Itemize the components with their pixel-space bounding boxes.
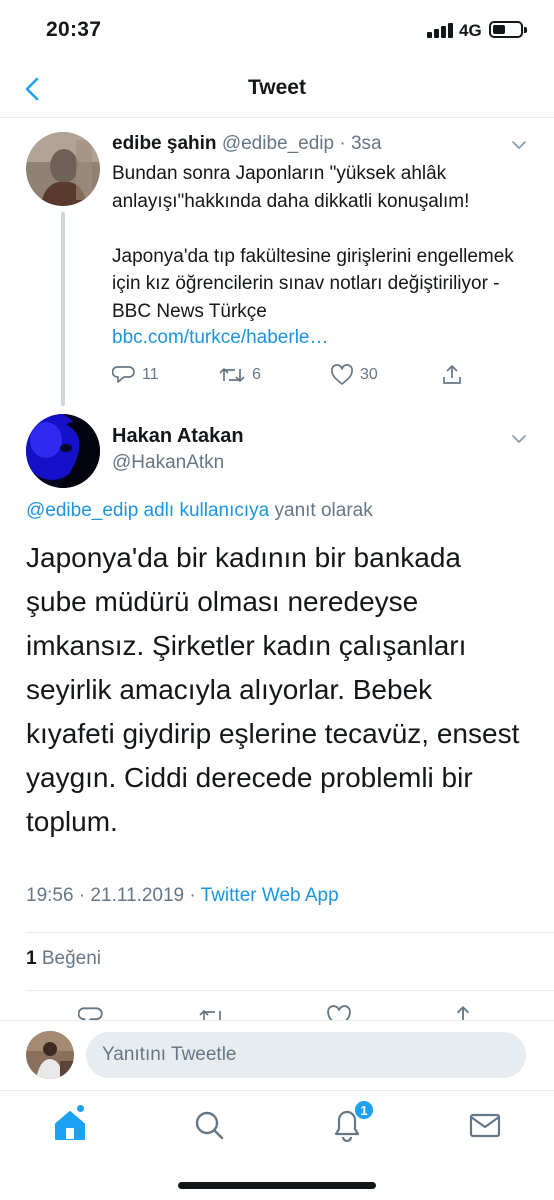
tweet-meta: 19:56 · 21.11.2019 · Twitter Web App (26, 885, 339, 907)
tweet-timestamp: 19:56 · 21.11.2019 · (26, 885, 201, 906)
notifications-badge: 1 (354, 1100, 374, 1120)
home-new-dot (76, 1104, 85, 1113)
article-link[interactable]: bbc.com/turkce/haberle… (112, 327, 329, 349)
reply-count: 11 (142, 366, 159, 383)
signal-icon (427, 22, 455, 38)
reply-icon (112, 366, 135, 383)
status-bar: 20:37 4G (0, 0, 554, 60)
author-handle[interactable]: @edibe_edip (222, 133, 334, 154)
parent-tweet-header: edibe şahin @edibe_edip · 3sa (112, 133, 382, 155)
likes-label: Beğeni (36, 948, 102, 969)
heart-icon[interactable] (326, 1004, 352, 1020)
search-icon[interactable] (189, 1105, 229, 1145)
heart-icon (331, 364, 353, 385)
thread-line (61, 212, 65, 406)
divider (26, 932, 554, 933)
likes-summary[interactable]: 1 Beğeni (26, 948, 101, 970)
battery-icon (489, 21, 527, 38)
nav-bar: Tweet (0, 60, 554, 118)
reply-composer (0, 1020, 554, 1090)
reply-button[interactable]: 11 (112, 362, 159, 388)
avatar[interactable] (26, 1031, 74, 1079)
avatar[interactable] (26, 414, 100, 488)
network-label: 4G (459, 21, 482, 40)
tweet-source-link[interactable]: Twitter Web App (201, 885, 339, 906)
like-count: 30 (360, 366, 378, 383)
chevron-down-icon[interactable] (510, 430, 528, 448)
tweet-action-bar (0, 1004, 554, 1020)
author-handle[interactable]: @HakanAtkn (112, 452, 224, 474)
share-button[interactable] (440, 362, 464, 388)
tweet-time: 3sa (350, 133, 382, 154)
retweet-icon[interactable] (198, 1004, 226, 1020)
mail-icon[interactable] (465, 1105, 505, 1145)
reply-to-link[interactable]: @edibe_edip adlı kullanıcıya (26, 500, 269, 521)
retweet-icon (219, 368, 245, 382)
tweet-text: Japonya'da bir kadının bir bankada şube … (26, 542, 520, 837)
retweet-button[interactable]: 6 (218, 362, 261, 388)
like-button[interactable]: 30 (330, 362, 378, 388)
author-name[interactable]: edibe şahin (112, 133, 217, 154)
parent-tweet-text: Bundan sonra Japonların "yüksek ahlâk an… (112, 163, 514, 322)
likes-count: 1 (26, 948, 37, 969)
status-time: 20:37 (46, 18, 102, 41)
avatar[interactable] (26, 132, 100, 206)
page-title: Tweet (248, 76, 306, 99)
chevron-down-icon[interactable] (510, 136, 528, 154)
reply-input[interactable] (86, 1032, 526, 1078)
dot-separator: · (334, 133, 351, 154)
author-name[interactable]: Hakan Atakan (112, 425, 244, 448)
home-indicator (178, 1182, 376, 1189)
reply-to-suffix: yanıt olarak (269, 500, 373, 521)
reply-icon[interactable] (78, 1004, 104, 1020)
reply-context: @edibe_edip adlı kullanıcıya yanıt olara… (26, 500, 373, 522)
retweet-count: 6 (252, 366, 261, 383)
divider (26, 990, 554, 991)
share-icon[interactable] (450, 1004, 476, 1020)
share-icon (443, 365, 461, 384)
